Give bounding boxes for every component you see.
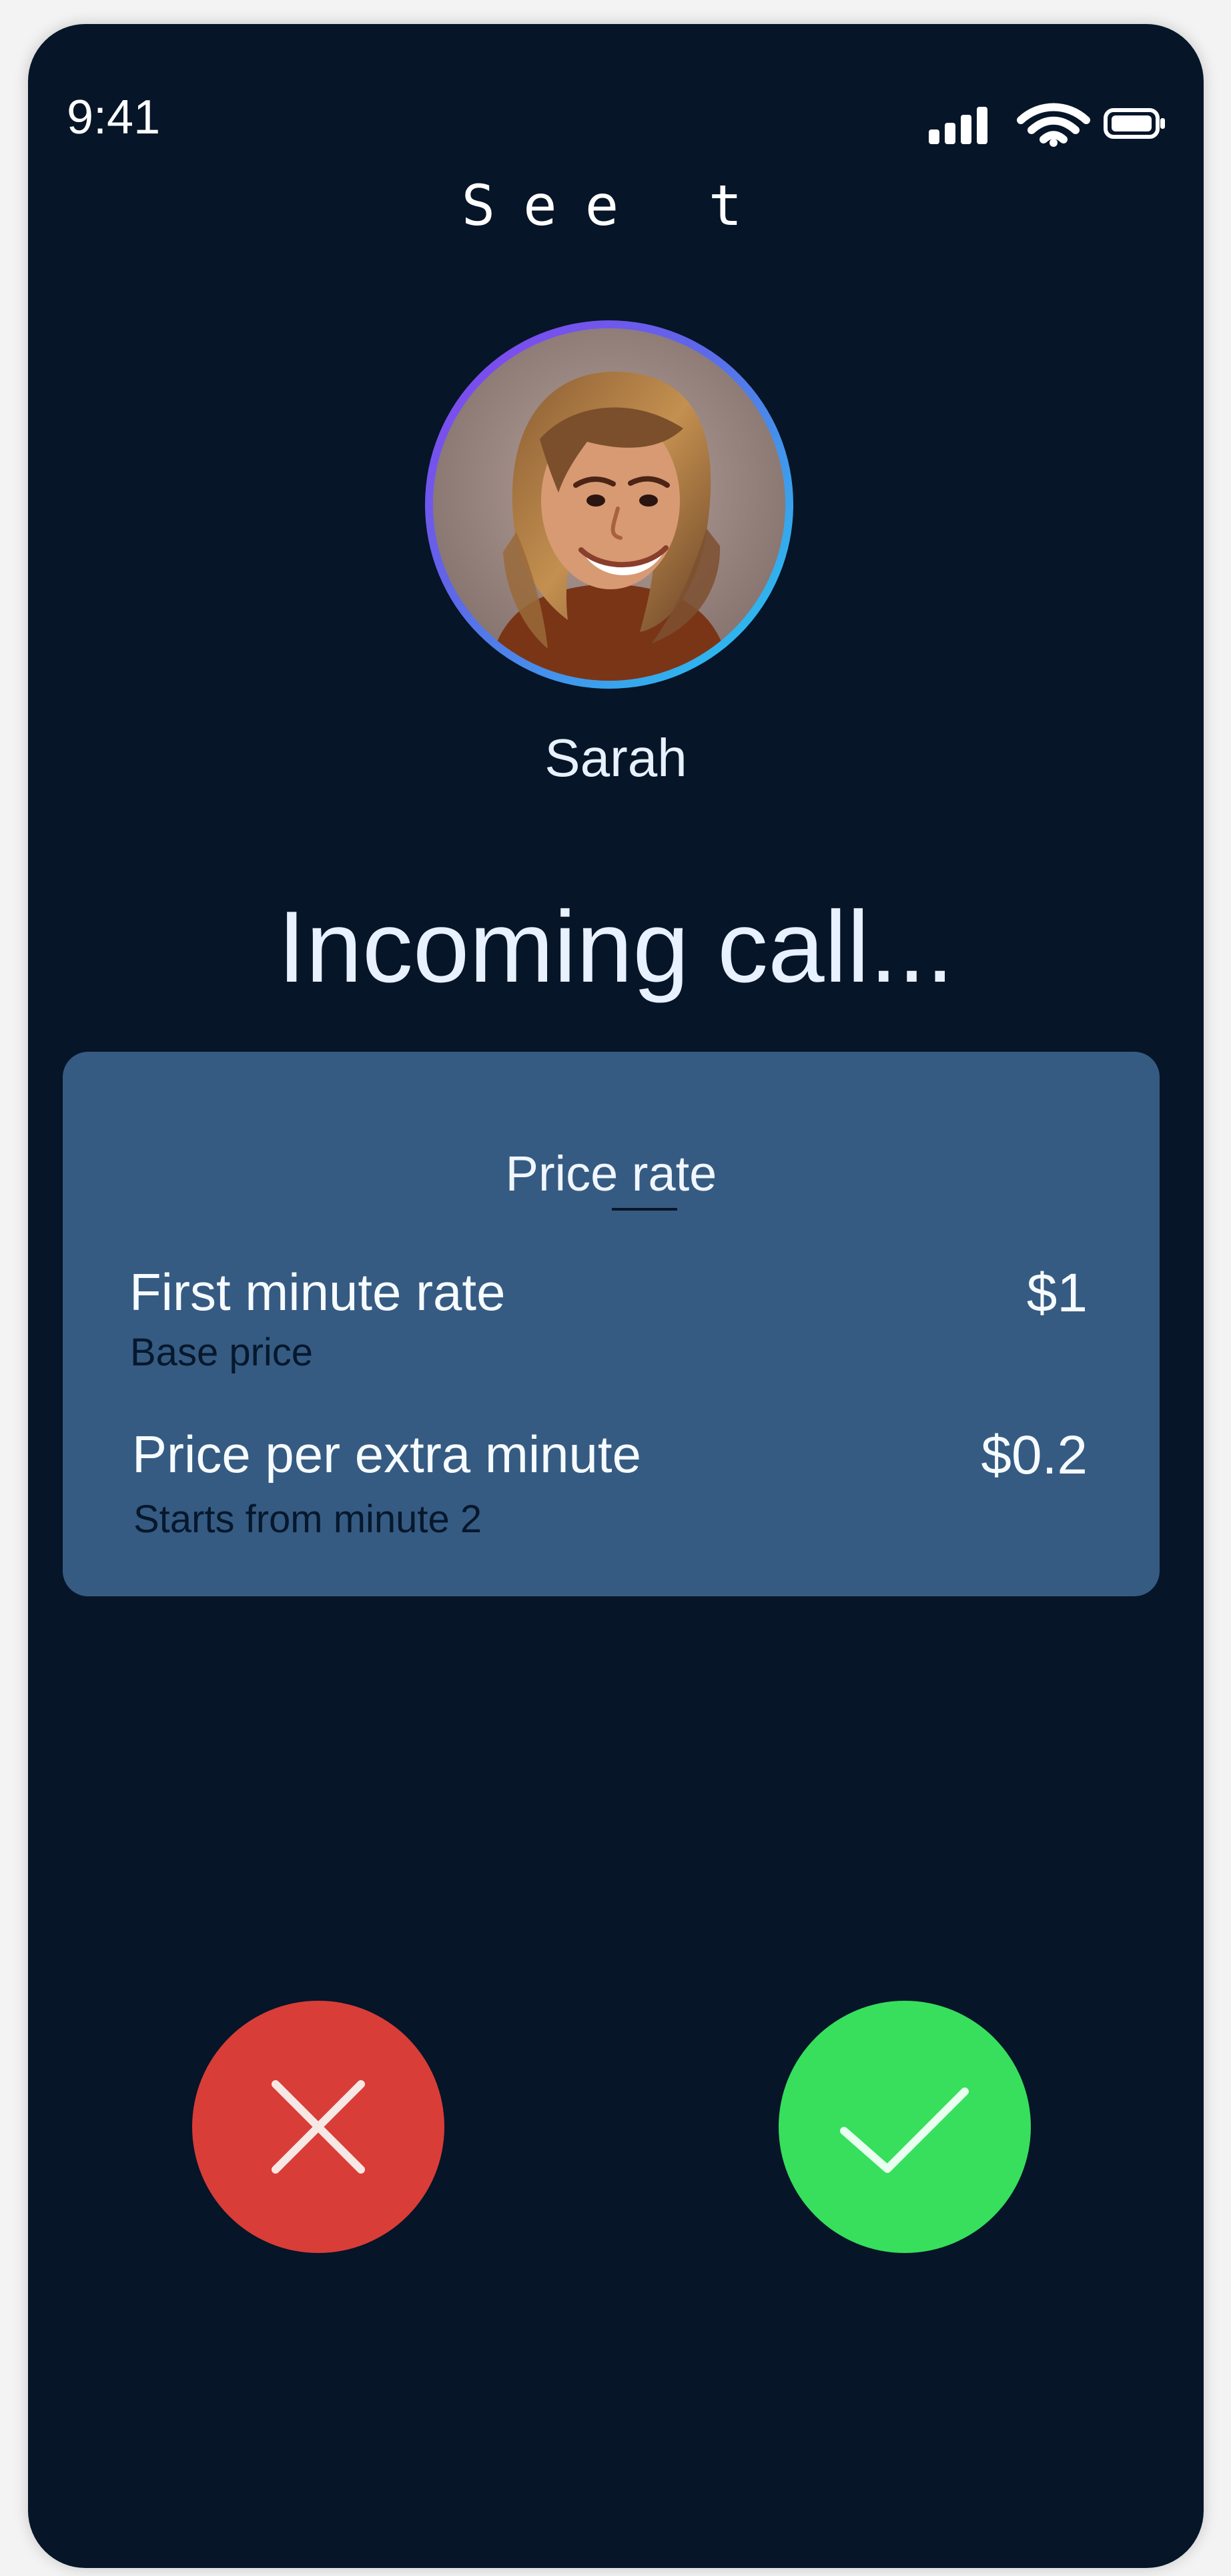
price-rate-card: Price rate First minute rate Base price … [63,1052,1160,1596]
avatar-ring [425,320,793,689]
close-icon [272,2080,365,2174]
price-rate-title: Price rate [505,1146,717,1201]
caller-name: Sarah [544,728,687,787]
decline-call-button[interactable] [192,2001,444,2253]
wifi-icon [1017,103,1090,147]
extra-minute-start-label: Starts from minute 2 [133,1498,482,1541]
first-minute-rate-value: $1 [1026,1263,1088,1323]
first-minute-rate-label: First minute rate [129,1263,506,1321]
cellular-signal-icon [929,107,987,144]
base-price-label: Base price [130,1331,314,1374]
caller-avatar-image [433,328,785,681]
accept-call-button[interactable] [779,2001,1031,2253]
avatar [433,328,785,681]
battery-icon [1104,108,1165,139]
status-time: 9:41 [67,91,161,144]
extra-minute-rate-label: Price per extra minute [132,1425,641,1484]
status-icons [929,103,1165,147]
call-status-title: Incoming call... [278,890,954,1004]
price-rate-title-underline [612,1208,677,1211]
checkmark-icon [840,2087,969,2173]
extra-minute-rate-value: $0.2 [981,1425,1088,1486]
app-logo: See t [461,173,771,238]
incoming-call-screen: 9:41 See t Sarah Incoming call... Price … [28,24,1204,2568]
